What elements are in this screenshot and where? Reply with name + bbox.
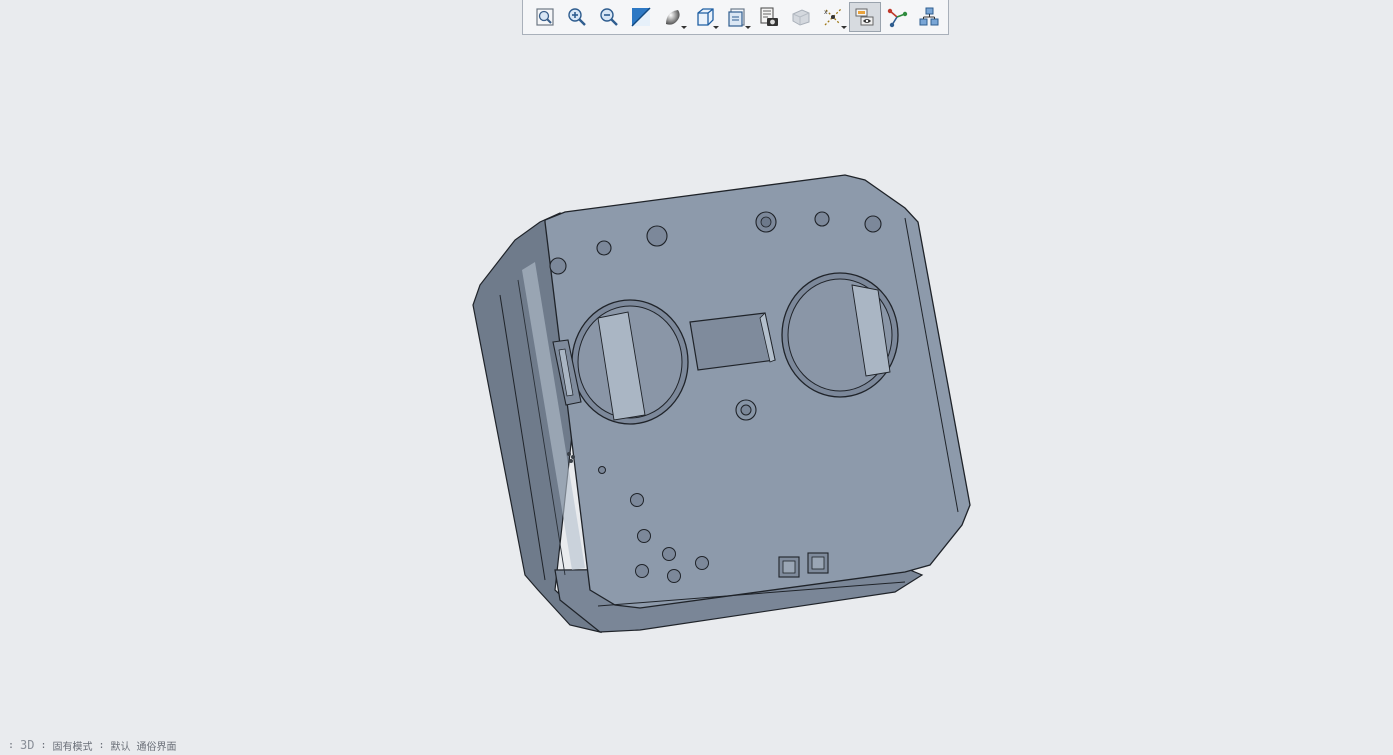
annotation-display-button[interactable] bbox=[849, 2, 881, 32]
cube-view-icon bbox=[697, 8, 714, 26]
status-mode: 3D bbox=[20, 738, 35, 752]
perspective-icon bbox=[792, 9, 810, 26]
perspective-button[interactable] bbox=[785, 2, 817, 32]
graphics-toolbar: x bbox=[522, 0, 949, 35]
status-bar: : 3D : 固有模式 : 默认 通俗界面 bbox=[0, 735, 1393, 755]
center-boss bbox=[735, 399, 757, 421]
dropdown-arrow-icon bbox=[841, 26, 847, 29]
svg-text:x: x bbox=[824, 9, 828, 16]
status-prefix: : bbox=[8, 739, 15, 751]
status-separator: : bbox=[40, 739, 47, 751]
zoom-out-button[interactable] bbox=[593, 2, 625, 32]
datum-display-button[interactable]: x bbox=[817, 2, 849, 32]
display-style-button[interactable] bbox=[657, 2, 689, 32]
right-stick-opening bbox=[781, 272, 899, 398]
zoom-in-icon bbox=[568, 8, 586, 26]
status-separator: : bbox=[98, 739, 105, 751]
annotation-display-icon bbox=[855, 8, 874, 26]
status-item-3: 通俗界面 bbox=[136, 741, 177, 753]
saved-orientations-button[interactable] bbox=[689, 2, 721, 32]
left-stick-opening bbox=[571, 299, 689, 425]
refit-icon bbox=[536, 8, 554, 26]
model-tree-icon bbox=[919, 7, 939, 26]
repaint-icon bbox=[631, 7, 651, 27]
graphics-viewport[interactable] bbox=[0, 36, 1393, 736]
display-style-icon bbox=[666, 10, 680, 25]
part-model[interactable] bbox=[472, 174, 971, 634]
datum-display-icon: x bbox=[824, 8, 842, 26]
dropdown-arrow-icon bbox=[745, 26, 751, 29]
status-item-2: 默认 bbox=[110, 741, 131, 753]
display-window bbox=[689, 312, 776, 371]
zoom-in-button[interactable] bbox=[561, 2, 593, 32]
view-manager-button[interactable] bbox=[721, 2, 753, 32]
model-tree-button[interactable] bbox=[913, 2, 945, 32]
status-item-1: 固有模式 bbox=[52, 741, 93, 753]
spin-center-icon bbox=[887, 8, 908, 28]
zoom-out-icon bbox=[600, 8, 618, 26]
snapshot-button[interactable] bbox=[753, 2, 785, 32]
camera-icon bbox=[760, 7, 778, 26]
repaint-button[interactable] bbox=[625, 2, 657, 32]
spin-center-button[interactable] bbox=[881, 2, 913, 32]
view-manager-icon bbox=[728, 8, 745, 27]
dropdown-arrow-icon bbox=[681, 26, 687, 29]
dropdown-arrow-icon bbox=[713, 26, 719, 29]
refit-button[interactable] bbox=[529, 2, 561, 32]
